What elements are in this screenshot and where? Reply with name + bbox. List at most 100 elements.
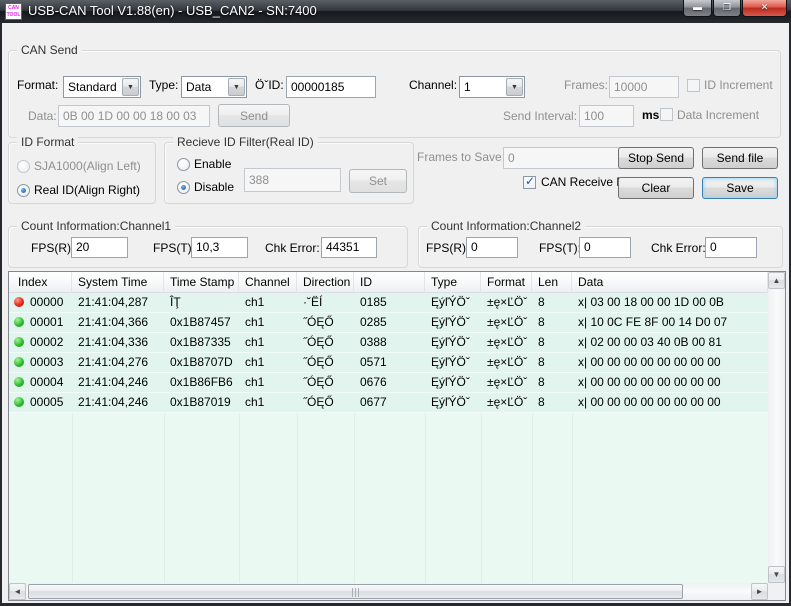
send-file-button[interactable]: Send file	[702, 147, 778, 169]
cell-data: x| 00 00 00 00 00 00 00 00	[572, 373, 768, 392]
cell-data: x| 02 00 00 03 40 0B 00 81	[572, 333, 768, 352]
id-increment-label: ID Increment	[704, 78, 773, 92]
green-status-dot-icon	[14, 317, 24, 327]
format-select[interactable]: Standard ▼	[63, 76, 141, 98]
data-input: 0B 00 1D 00 00 18 00 03	[58, 105, 210, 127]
receive-id-filter-group-title: Recieve ID Filter(Real ID)	[173, 135, 318, 149]
column-header-id[interactable]: ID	[354, 272, 425, 293]
cell-channel: ch1	[239, 293, 297, 312]
scroll-up-icon[interactable]: ▲	[768, 272, 785, 289]
data-increment-checkbox	[660, 108, 673, 121]
type-value: Data	[186, 80, 211, 94]
table-row[interactable]: 0000121:41:04,3660x1B87457ch1˝ÓĘŐ0285Ęýľ…	[9, 313, 768, 333]
table-header: Index System Time Time Stamp Channel Dir…	[9, 272, 768, 293]
app-logo-text: TOOL	[6, 12, 21, 19]
save-button[interactable]: Save	[702, 177, 778, 199]
table-row[interactable]: 0000021:41:04,287ÎŢch1·˘ËÍ0185ĘýľÝÖˇ±ę×Ľ…	[9, 293, 768, 313]
clear-button[interactable]: Clear	[618, 177, 694, 199]
cell-channel: ch1	[239, 313, 297, 332]
table-row[interactable]: 0000221:41:04,3360x1B87335ch1˝ÓĘŐ0388Ęýľ…	[9, 333, 768, 353]
stop-send-button[interactable]: Stop Send	[618, 147, 694, 169]
red-status-dot-icon	[14, 297, 24, 307]
cell-id: 0285	[354, 313, 425, 332]
can-send-group: CAN Send Format: Standard ▼ Type: Data ▼…	[8, 50, 781, 138]
close-button[interactable]: ✕	[742, 0, 787, 17]
column-header-data[interactable]: Data	[572, 272, 768, 293]
scroll-left-icon[interactable]: ◄	[9, 583, 26, 600]
cell-len: 8	[532, 313, 572, 332]
title-bar[interactable]: CAN TOOL USB-CAN Tool V1.88(en) - USB_CA…	[0, 0, 791, 23]
fps-r-value: 20	[71, 237, 128, 258]
type-label: Type:	[149, 78, 178, 92]
channel-value: 1	[464, 80, 471, 94]
green-status-dot-icon	[14, 397, 24, 407]
real-id-radio[interactable]	[17, 184, 30, 197]
frame-id-input[interactable]: 00000185	[286, 76, 376, 98]
channel-select[interactable]: 1 ▼	[459, 76, 525, 98]
horizontal-scrollbar-thumb[interactable]	[28, 584, 683, 599]
table-row[interactable]: 0000421:41:04,2460x1B86FB6ch1˝ÓĘŐ0676Ęýľ…	[9, 373, 768, 393]
maximize-button[interactable]: ❐	[713, 0, 741, 17]
column-header-channel[interactable]: Channel	[239, 272, 297, 293]
chevron-down-icon[interactable]: ▼	[228, 78, 245, 96]
send-interval-label: Send Interval:	[503, 109, 577, 123]
vertical-scrollbar[interactable]: ▲ ▼	[768, 272, 785, 583]
receive-id-filter-group: Recieve ID Filter(Real ID) Enable Disabl…	[164, 142, 414, 204]
frames-label: Frames:	[564, 78, 608, 92]
can-receive-enable-checkbox[interactable]	[523, 176, 536, 189]
fps-r-label: FPS(R):	[426, 241, 469, 255]
cell-format: ±ę×ĽÖˇ	[481, 353, 532, 372]
cell-format: ±ę×ĽÖˇ	[481, 293, 532, 312]
cell-system-time: 21:41:04,246	[72, 393, 164, 412]
column-header-type[interactable]: Type	[425, 272, 481, 293]
cell-channel: ch1	[239, 373, 297, 392]
cell-direction: ˝ÓĘŐ	[297, 333, 354, 352]
cell-direction: ˝ÓĘŐ	[297, 353, 354, 372]
minimize-button[interactable]: ▬	[683, 0, 712, 17]
filter-enable-radio[interactable]	[177, 158, 190, 171]
cell-id: 0388	[354, 333, 425, 352]
send-button[interactable]: Send	[218, 104, 290, 127]
fps-t-label: FPS(T):	[153, 241, 195, 255]
cell-index: 00003	[9, 353, 72, 372]
green-status-dot-icon	[14, 337, 24, 347]
column-header-system-time[interactable]: System Time	[72, 272, 164, 293]
table-row[interactable]: 0000521:41:04,2460x1B87019ch1˝ÓĘŐ0677Ęýľ…	[9, 393, 768, 413]
chk-error-label: Chk Error:	[265, 241, 320, 255]
cell-channel: ch1	[239, 353, 297, 372]
format-value: Standard	[68, 80, 117, 94]
column-header-time-stamp[interactable]: Time Stamp	[164, 272, 239, 293]
cell-system-time: 21:41:04,246	[72, 373, 164, 392]
cell-index: 00005	[9, 393, 72, 412]
cell-index: 00004	[9, 373, 72, 392]
count-channel1-title: Count Information:Channel1	[17, 219, 175, 233]
data-increment-label: Data Increment	[677, 108, 759, 122]
column-header-format[interactable]: Format	[481, 272, 532, 293]
filter-disable-radio[interactable]	[177, 181, 190, 194]
scrollbar-corner	[768, 583, 785, 600]
scroll-down-icon[interactable]: ▼	[768, 566, 785, 583]
type-select[interactable]: Data ▼	[181, 76, 247, 98]
table-row[interactable]: 0000321:41:04,2760x1B8707Dch1˝ÓĘŐ0571Ęýľ…	[9, 353, 768, 373]
scroll-right-icon[interactable]: ►	[751, 583, 768, 600]
filter-disable-label: Disable	[194, 180, 234, 194]
column-header-direction[interactable]: Direction	[297, 272, 354, 293]
column-header-index[interactable]: Index	[9, 272, 72, 293]
set-button[interactable]: Set	[349, 169, 407, 193]
cell-time-stamp: ÎŢ	[164, 293, 239, 312]
chk-error-value: 0	[705, 237, 757, 258]
chevron-down-icon[interactable]: ▼	[122, 78, 139, 96]
cell-data: x| 00 00 00 00 00 00 00 00	[572, 353, 768, 372]
cell-direction: ˝ÓĘŐ	[297, 393, 354, 412]
cell-data: x| 00 00 00 00 00 00 00 00	[572, 393, 768, 412]
cell-type: ĘýľÝÖˇ	[425, 393, 481, 412]
column-header-len[interactable]: Len	[532, 272, 572, 293]
filter-enable-label: Enable	[194, 157, 231, 171]
chevron-down-icon[interactable]: ▼	[506, 78, 523, 96]
cell-time-stamp: 0x1B86FB6	[164, 373, 239, 392]
horizontal-scrollbar[interactable]: ◄ ►	[9, 583, 768, 600]
cell-time-stamp: 0x1B87335	[164, 333, 239, 352]
cell-id: 0571	[354, 353, 425, 372]
cell-time-stamp: 0x1B87457	[164, 313, 239, 332]
cell-system-time: 21:41:04,366	[72, 313, 164, 332]
